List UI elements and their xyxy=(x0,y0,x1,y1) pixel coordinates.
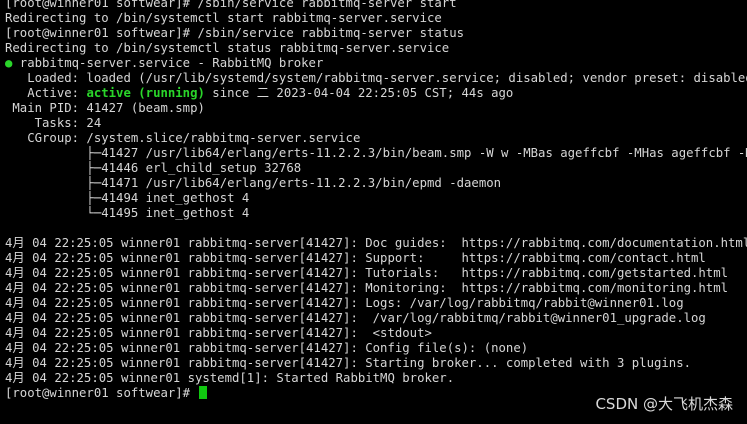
text-cursor[interactable] xyxy=(198,386,207,399)
log-line: 4月 04 22:25:05 winner01 rabbitmq-server[… xyxy=(5,266,729,280)
terminal-line: [root@winner01 softwear]# /sbin/service … xyxy=(5,0,457,10)
cgroup-tree-item: ├─41427 /usr/lib64/erlang/erts-11.2.2.3/… xyxy=(5,146,747,160)
terminal-window[interactable]: [root@winner01 softwear]# /sbin/service … xyxy=(0,0,747,420)
terminal-line: Redirecting to /bin/systemctl status rab… xyxy=(5,41,450,55)
active-since: since 二 2023-04-04 22:25:05 CST; 44s ago xyxy=(204,86,514,100)
log-line: 4月 04 22:25:05 winner01 rabbitmq-server[… xyxy=(5,236,747,250)
service-name: rabbitmq-server.service - RabbitMQ broke… xyxy=(12,56,324,70)
log-line: 4月 04 22:25:05 winner01 rabbitmq-server[… xyxy=(5,281,729,295)
cgroup-tree-item: ├─41446 erl_child_setup 32768 xyxy=(5,161,302,175)
log-line: 4月 04 22:25:05 winner01 rabbitmq-server[… xyxy=(5,251,706,265)
log-line: 4月 04 22:25:05 winner01 rabbitmq-server[… xyxy=(5,311,706,325)
active-state: active (running) xyxy=(86,86,205,100)
loaded-line: Loaded: loaded (/usr/lib/systemd/system/… xyxy=(5,71,747,85)
log-line: 4月 04 22:25:05 winner01 rabbitmq-server[… xyxy=(5,296,684,310)
cgroup-line: CGroup: /system.slice/rabbitmq-server.se… xyxy=(5,131,361,145)
cgroup-tree-item: ├─41494 inet_gethost 4 xyxy=(5,191,250,205)
terminal-output: [root@winner01 softwear]# /sbin/service … xyxy=(5,0,747,401)
cgroup-tree-item: └─41495 inet_gethost 4 xyxy=(5,206,250,220)
service-status-line: ● rabbitmq-server.service - RabbitMQ bro… xyxy=(5,56,747,71)
terminal-line: Redirecting to /bin/systemctl start rabb… xyxy=(5,11,442,25)
terminal-line: [root@winner01 softwear]# /sbin/service … xyxy=(5,26,465,40)
active-label: Active: xyxy=(5,86,87,100)
log-line: 4月 04 22:25:05 winner01 rabbitmq-server[… xyxy=(5,326,432,340)
log-line: 4月 04 22:25:05 winner01 rabbitmq-server[… xyxy=(5,341,529,355)
cgroup-tree-item: ├─41471 /usr/lib64/erlang/erts-11.2.2.3/… xyxy=(5,176,502,190)
log-line: 4月 04 22:25:05 winner01 rabbitmq-server[… xyxy=(5,356,692,370)
tasks-line: Tasks: 24 xyxy=(5,116,102,130)
shell-prompt: [root@winner01 softwear]# xyxy=(5,386,198,400)
main-pid-line: Main PID: 41427 (beam.smp) xyxy=(5,101,205,115)
active-line: Active: active (running) since 二 2023-04… xyxy=(5,86,747,101)
log-line: 4月 04 22:25:05 winner01 systemd[1]: Star… xyxy=(5,371,455,385)
csdn-watermark: CSDN @大飞机杰森 xyxy=(595,395,733,413)
